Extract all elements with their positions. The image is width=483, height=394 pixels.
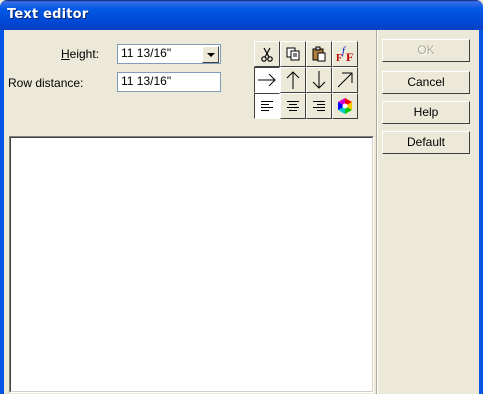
direction-right-button[interactable] [254,67,280,93]
height-value: 11 13/16" [121,46,172,60]
row-distance-input[interactable]: 11 13/16" [117,72,221,92]
text-options-panel: Height: 11 13/16" Row distance: 11 13/16… [8,36,374,132]
title-bar[interactable]: Text editor [0,0,483,30]
font-icon: Ff F [336,46,353,63]
direction-diagonal-button[interactable] [332,67,358,93]
align-right-button[interactable] [306,93,332,119]
panel-separator [376,30,378,394]
paste-icon [312,46,326,62]
height-label: Height: [61,47,99,61]
text-color-button[interactable] [332,93,358,119]
svg-text:F: F [346,50,353,63]
arrow-down-icon [312,71,326,89]
copy-icon [286,47,300,61]
ok-button[interactable]: OK [382,39,470,62]
align-center-icon [287,101,299,111]
copy-button[interactable] [280,41,306,67]
cancel-button[interactable]: Cancel [382,71,470,94]
align-left-icon [261,101,273,111]
align-center-button[interactable] [280,93,306,119]
height-dropdown-button[interactable] [202,46,219,63]
arrow-right-icon [258,73,276,87]
arrow-diagonal-up-right-icon [337,72,353,88]
height-label-rest: eight: [69,47,100,61]
align-left-button[interactable] [254,93,280,119]
align-right-icon [313,101,325,111]
window-frame-left [0,30,4,394]
font-button[interactable]: FfF [332,41,358,67]
height-label-mnemonic: H [61,47,70,61]
paste-button[interactable] [306,41,332,67]
help-button[interactable]: Help [382,101,470,124]
window-frame-right [479,30,483,394]
row-distance-label: Row distance: [8,76,84,90]
direction-down-button[interactable] [306,67,332,93]
cut-button[interactable] [254,41,280,67]
arrow-up-icon [286,71,300,89]
window-title: Text editor [7,7,89,22]
color-icon [338,98,352,114]
default-button[interactable]: Default [382,131,470,154]
row-distance-value: 11 13/16" [121,74,172,88]
cut-icon [261,47,273,62]
text-editor-area[interactable] [9,136,374,393]
height-select[interactable]: 11 13/16" [117,44,221,64]
direction-up-button[interactable] [280,67,306,93]
